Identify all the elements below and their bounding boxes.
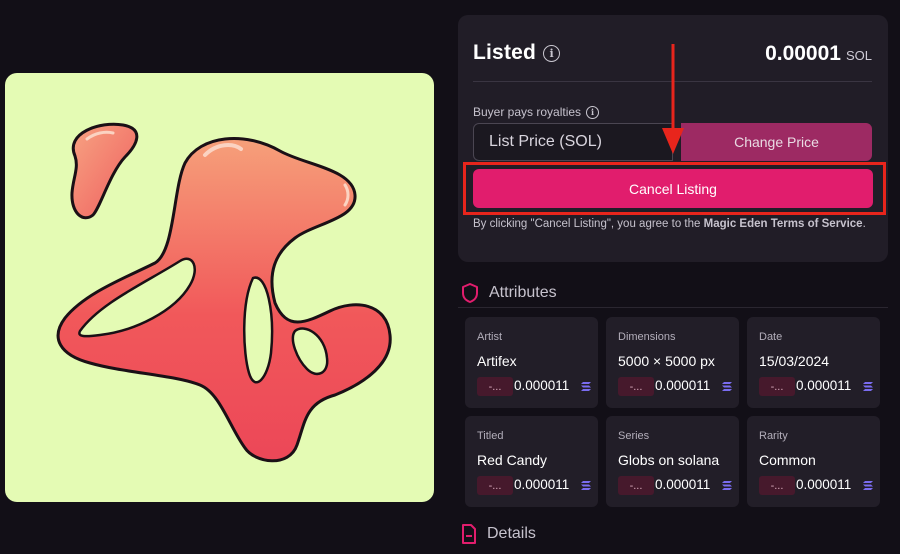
solana-icon [722,481,732,490]
nft-artwork[interactable] [5,73,434,502]
attribute-floor-pill: -... [477,377,513,396]
attributes-header[interactable]: Attributes [460,282,557,304]
cancel-listing-button[interactable]: Cancel Listing [473,169,873,208]
listing-price: 0.00001 SOL [765,42,872,66]
attribute-value: Red Candy [477,452,548,468]
attribute-card-dimensions[interactable]: Dimensions 5000 × 5000 px -... 0.000011 [606,317,739,408]
solana-icon [722,382,732,391]
attributes-heading: Attributes [489,284,557,301]
attribute-type: Rarity [759,430,788,442]
attribute-floor-pill: -... [477,476,513,495]
attribute-type: Dimensions [618,331,676,343]
attribute-card-titled[interactable]: Titled Red Candy -... 0.000011 [465,416,598,507]
terms-notice: By clicking "Cancel Listing", you agree … [473,217,873,233]
royalties-info-icon[interactable]: i [586,105,600,119]
attribute-value: Common [759,452,816,468]
attribute-card-series[interactable]: Series Globs on solana -... 0.000011 [606,416,739,507]
attribute-value: 15/03/2024 [759,353,830,369]
attribute-floor-pill: -... [618,476,654,495]
attribute-price: 0.000011 [514,378,570,393]
attribute-floor-pill: -... [759,377,795,396]
attribute-floor-pill: -... [618,377,654,396]
artwork-image [56,122,392,463]
listing-price-currency: SOL [845,48,872,63]
solana-icon [581,481,591,490]
attribute-price: 0.000011 [655,378,711,393]
attribute-price: 0.000011 [655,477,711,492]
listing-status: Listed i [473,41,561,65]
attribute-price: 0.000011 [796,378,852,393]
shield-icon [462,283,478,303]
attribute-type: Artist [477,331,503,343]
attribute-type: Series [618,430,650,442]
list-price-input[interactable] [473,123,673,161]
attribute-card-rarity[interactable]: Rarity Common -... 0.000011 [747,416,880,507]
document-icon [462,524,476,544]
attribute-floor-pill: -... [759,476,795,495]
listing-price-value: 0.00001 [765,42,841,65]
details-heading: Details [487,525,536,542]
solana-icon [863,382,873,391]
royalties-row: Buyer pays royalties i [473,105,600,119]
attribute-value: Globs on solana [618,452,720,468]
terms-link[interactable]: Magic Eden Terms of Service [704,218,863,230]
attribute-value: 5000 × 5000 px [618,353,715,369]
attribute-card-artist[interactable]: Artist Artifex -... 0.000011 [465,317,598,408]
attribute-value: Artifex [477,353,517,369]
attribute-price: 0.000011 [796,477,852,492]
info-circle-icon[interactable]: i [543,44,561,62]
change-price-button[interactable]: Change Price [681,123,872,161]
attribute-type: Date [759,331,783,343]
terms-suffix: . [862,218,866,230]
solana-icon [863,481,873,490]
attribute-card-date[interactable]: Date 15/03/2024 -... 0.000011 [747,317,880,408]
listing-status-title: Listed [473,41,537,64]
attribute-type: Titled [477,430,504,442]
red-arrow-annotation [662,44,684,154]
royalties-label: Buyer pays royalties [473,105,582,119]
section-divider [458,307,888,308]
attribute-price: 0.000011 [514,477,570,492]
details-header[interactable]: Details [460,523,536,545]
terms-prefix: By clicking "Cancel Listing", you agree … [473,218,704,230]
solana-icon [581,382,591,391]
